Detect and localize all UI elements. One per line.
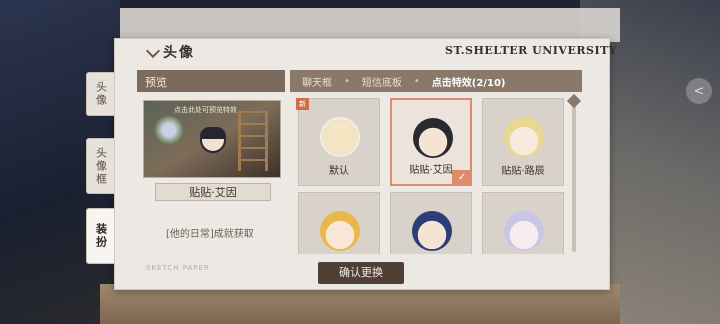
avatar-card[interactable] [298, 192, 380, 254]
preview-image[interactable]: 点击此处可预览特效 [143, 100, 281, 178]
page-title: 头像 [163, 45, 195, 61]
avatar-card-label: 贴贴·路辰 [501, 166, 545, 177]
avatar-image [320, 117, 360, 157]
tab-dressup[interactable]: 装扮 [86, 208, 114, 264]
preview-header: 预览 [137, 70, 285, 92]
footer-decoration: SKETCH PAPER [146, 264, 210, 272]
brand-label: ST.SHELTER UNIVERSITY [445, 44, 618, 57]
avatar-image [504, 117, 544, 157]
flowers-image [154, 115, 184, 145]
share-icon[interactable]: < [686, 78, 712, 104]
avatar-card-default[interactable]: 默认 [298, 98, 380, 186]
background-bottom [100, 284, 620, 324]
tab-chatbox[interactable]: 聊天框 [290, 74, 344, 89]
tab-click-effect[interactable]: 点击特效(2/10) [420, 74, 518, 89]
selected-check-icon: ✓ [452, 170, 472, 186]
tab-sms-background[interactable]: 短信底板 [350, 74, 414, 89]
preview-name: 贴贴·艾因 [155, 183, 271, 201]
avatar-image [413, 118, 453, 158]
scrollbar[interactable] [566, 93, 582, 252]
avatar-image [320, 211, 360, 251]
background-top [120, 8, 620, 42]
category-tabbar: 聊天框 • 短信底板 • 点击特效(2/10) [290, 70, 582, 92]
avatar-card[interactable] [482, 192, 564, 254]
avatar-image [504, 211, 544, 251]
avatar-grid: 默认 贴贴·艾因 ✓ 贴贴·路辰 [292, 94, 570, 254]
preview-source: [他的日常]成就获取 [166, 229, 254, 240]
tab-avatar[interactable]: 头像 [86, 72, 114, 116]
new-badge: 新 [296, 98, 309, 110]
avatar-card[interactable] [390, 192, 472, 254]
avatar-image [412, 211, 452, 251]
avatar-card-label: 默认 [329, 166, 349, 177]
staircase-image [238, 111, 268, 171]
tab-avatar-frame[interactable]: 头像框 [86, 138, 114, 194]
preview-tip: 点击此处可预览特效 [174, 106, 237, 114]
avatar-card-luchen[interactable]: 贴贴·路辰 [482, 98, 564, 186]
avatar-card-ein[interactable]: 贴贴·艾因 ✓ [390, 98, 472, 186]
confirm-button[interactable]: 确认更换 [318, 262, 404, 284]
avatar [200, 127, 226, 153]
